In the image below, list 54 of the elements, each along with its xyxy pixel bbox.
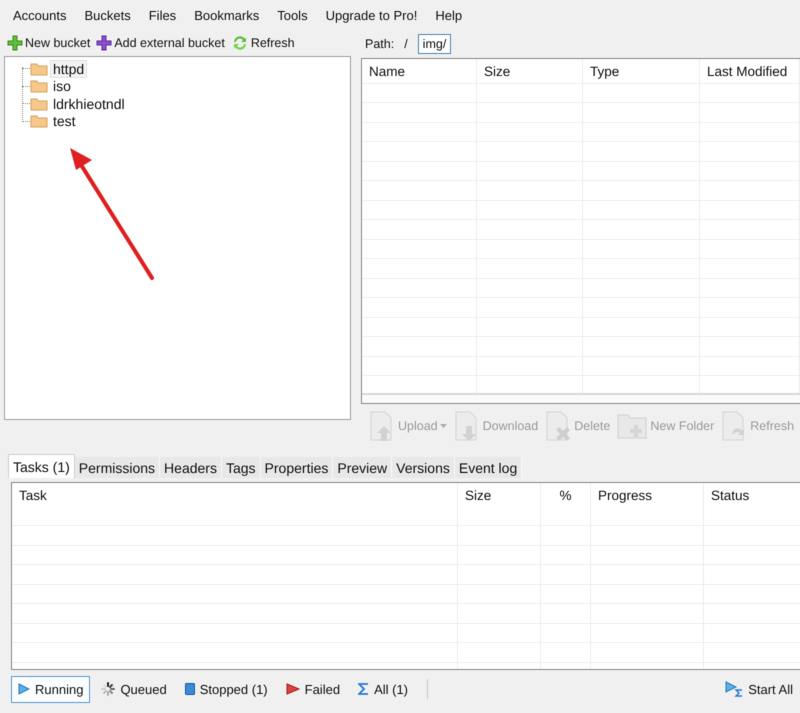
filter-button[interactable]: Failed <box>278 676 348 702</box>
bucket-item[interactable]: httpd <box>51 60 86 77</box>
tab[interactable]: Tags <box>222 457 261 478</box>
filter-button[interactable]: Running <box>11 676 90 702</box>
column-header[interactable]: Status <box>704 483 800 525</box>
menu-item[interactable]: Help <box>426 8 472 22</box>
spinner-icon <box>101 682 116 696</box>
menu-item[interactable]: Tools <box>268 8 317 22</box>
play-icon <box>18 683 30 695</box>
plus-icon <box>7 35 23 51</box>
column-header[interactable]: Size <box>458 483 541 525</box>
play-icon <box>286 683 300 695</box>
path-crumb[interactable]: img/ <box>418 34 452 54</box>
bucket-item[interactable]: iso <box>51 78 73 94</box>
delete-icon <box>544 410 572 442</box>
scrollbar[interactable] <box>362 393 800 404</box>
folder-icon <box>30 114 48 128</box>
column-header[interactable]: % <box>541 483 591 525</box>
column-header[interactable]: Task <box>12 483 458 525</box>
sigma-icon <box>358 683 370 695</box>
path-separator[interactable]: / <box>402 36 410 51</box>
column-header[interactable]: Type <box>583 58 700 83</box>
folder-icon <box>30 62 48 76</box>
filter-button[interactable]: Queued <box>94 676 174 702</box>
bucket-item[interactable]: ldrkhieotndl <box>51 96 127 112</box>
menu-item[interactable]: Accounts <box>4 8 76 22</box>
folder-icon <box>30 79 48 94</box>
toolbar-button[interactable]: New bucket <box>4 35 94 51</box>
column-header[interactable]: Last Modified <box>700 58 800 83</box>
menu-item[interactable]: Bookmarks <box>185 8 268 22</box>
bucket-item[interactable]: test <box>51 113 78 130</box>
toolbar-button[interactable]: Add external bucket <box>93 35 228 51</box>
toolbar-button[interactable]: Refresh <box>228 35 298 51</box>
tab[interactable]: Event log <box>454 457 522 478</box>
play-icon <box>725 681 744 697</box>
column-header[interactable]: Name <box>362 58 477 83</box>
menu-item[interactable]: Buckets <box>75 8 140 22</box>
plus-icon <box>96 35 112 51</box>
filter-button[interactable]: Stopped (1) <box>178 676 275 702</box>
tab[interactable]: Tasks (1) <box>8 454 75 478</box>
filter-button[interactable]: All (1) <box>351 676 416 702</box>
start-all-button[interactable]: Start All <box>718 675 800 703</box>
tab[interactable]: Versions <box>392 457 455 478</box>
tab[interactable]: Properties <box>260 457 334 478</box>
column-header[interactable]: Progress <box>591 483 704 525</box>
path-label: Path: <box>365 36 394 51</box>
stop-icon <box>184 683 195 695</box>
menu-item[interactable]: Upgrade to Pro! <box>316 8 426 22</box>
tab[interactable]: Preview <box>333 457 392 478</box>
column-header[interactable]: Size <box>477 58 583 83</box>
tab[interactable]: Permissions <box>74 457 160 478</box>
tab[interactable]: Headers <box>160 457 222 478</box>
menu-item[interactable]: Files <box>140 8 186 22</box>
folder-icon <box>30 96 48 111</box>
